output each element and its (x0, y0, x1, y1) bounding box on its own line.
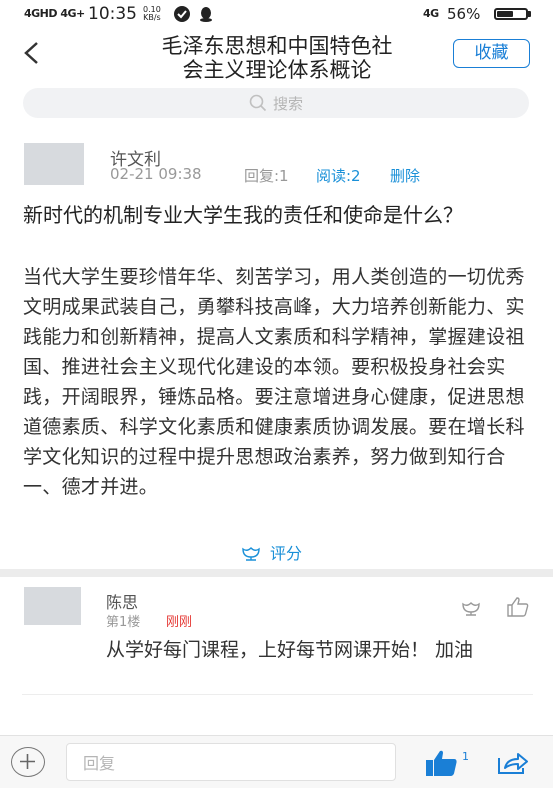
like-count: 1 (462, 750, 469, 763)
network-indicator-left: 4GHD 4G+ (24, 7, 85, 20)
post-read-count[interactable]: 阅读:2 (316, 165, 361, 186)
thumbs-up-icon[interactable] (506, 596, 530, 618)
battery-tip (528, 11, 531, 17)
evaluate-button[interactable]: 评分 (240, 540, 302, 564)
search-icon (249, 94, 267, 112)
search-placeholder: 搜索 (272, 94, 303, 113)
status-bar: 4GHD 4G+ 10:35 0.10 KB/s 4G 56% (0, 0, 553, 28)
reply-avatar[interactable] (24, 587, 81, 625)
speed-unit: KB/s (143, 13, 161, 22)
thumbs-up-icon[interactable] (424, 748, 460, 778)
battery-icon (494, 8, 528, 20)
qq-icon (200, 7, 212, 22)
reply-input-placeholder: 回复 (83, 754, 116, 773)
network-indicator-right: 4G (423, 7, 439, 20)
section-divider (0, 569, 553, 577)
post-body: 当代大学生要珍惜年华、刻苦学习，用人类创造的一切优秀文明成果武装自己，勇攀科技高… (23, 266, 525, 498)
reply-text: 从学好每门课程，上好每节网课开始！ 加油 (106, 639, 474, 661)
page-title-line2: 会主义理论体系概论 (182, 58, 372, 82)
add-button[interactable] (11, 747, 45, 777)
status-time: 10:35 (88, 4, 137, 24)
post-timestamp: 02-21 09:38 (110, 165, 202, 183)
flower-icon[interactable] (460, 598, 482, 616)
download-icon (174, 6, 190, 22)
search-bar[interactable]: 搜索 (23, 88, 529, 118)
reply-author[interactable]: 陈思 (106, 589, 138, 613)
page-title: 毛泽东思想和中国特色社 会主义理论体系概论 (110, 34, 444, 82)
reply-floor: 第1楼 (106, 615, 141, 630)
battery-percent: 56% (447, 5, 481, 23)
share-icon[interactable] (496, 750, 530, 776)
post-reply-count: 回复:1 (244, 167, 289, 185)
favorite-button[interactable]: 收藏 (453, 39, 530, 68)
page-title-line1: 毛泽东思想和中国特色社 (161, 34, 393, 58)
back-arrow-icon[interactable] (22, 42, 42, 64)
evaluate-label: 评分 (270, 544, 303, 563)
avatar[interactable] (24, 143, 84, 185)
reply-time: 刚刚 (166, 615, 193, 630)
battery-level (497, 11, 513, 17)
reply-divider (22, 694, 533, 695)
flower-icon (242, 547, 260, 561)
delete-link[interactable]: 删除 (390, 165, 420, 186)
post-title: 新时代的机制专业大学生我的责任和使命是什么？ (23, 203, 463, 227)
network-speed: 0.10 KB/s (143, 6, 161, 22)
reply-input[interactable]: 回复 (66, 743, 396, 781)
plus-icon (20, 754, 35, 769)
